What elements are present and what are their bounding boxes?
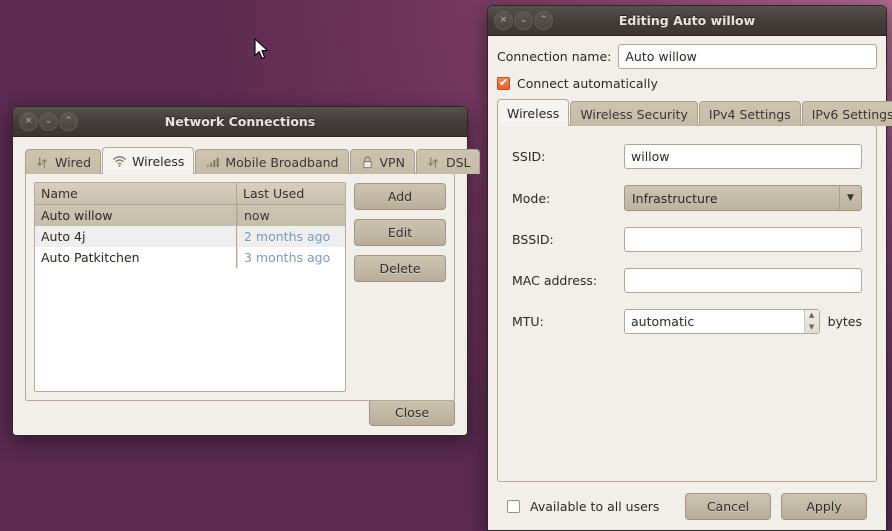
editing-dialog-body: Connection name: Connect automatically W… bbox=[488, 36, 892, 530]
chevron-down-icon: ▼ bbox=[839, 186, 861, 210]
mac-address-input[interactable] bbox=[624, 268, 862, 293]
tab-mobile-broadband-label: Mobile Broadband bbox=[225, 154, 339, 170]
window-controls: × ⌄ ⌃ bbox=[494, 11, 553, 30]
edit-button[interactable]: Edit bbox=[354, 219, 446, 246]
editing-connection-dialog: × ⌄ ⌃ Editing Auto willow Connection nam… bbox=[487, 5, 892, 531]
tab-dsl[interactable]: DSL bbox=[415, 149, 481, 174]
available-to-all-users-checkbox[interactable] bbox=[507, 499, 520, 513]
tab-wired-label: Wired bbox=[55, 154, 92, 170]
close-window-icon[interactable]: × bbox=[19, 112, 38, 131]
connect-automatically-checkbox[interactable] bbox=[497, 76, 510, 90]
settings-tabs: Wireless Wireless Security IPv4 Settings… bbox=[497, 99, 892, 126]
wireless-settings-form: SSID: Mode: Infrastructure ▼ BSSID: MAC … bbox=[512, 144, 862, 334]
vpn-lock-icon bbox=[360, 155, 375, 170]
add-button[interactable]: Add bbox=[354, 183, 446, 210]
tab-wireless-label: Wireless bbox=[132, 153, 185, 169]
mac-address-label: MAC address: bbox=[512, 273, 598, 288]
available-to-all-users-label: Available to all users bbox=[530, 498, 660, 514]
tab-ipv6-settings[interactable]: IPv6 Settings bbox=[801, 101, 892, 126]
editing-dialog-titlebar[interactable]: × ⌄ ⌃ Editing Auto willow bbox=[488, 6, 886, 36]
ssid-input[interactable] bbox=[624, 144, 862, 169]
column-header-name[interactable]: Name bbox=[35, 183, 237, 204]
connection-name-row: Connection name: bbox=[497, 44, 877, 69]
wired-icon bbox=[35, 155, 50, 170]
tab-ipv6-settings-label: IPv6 Settings bbox=[811, 106, 892, 122]
spin-up-icon[interactable]: ▲ bbox=[805, 310, 819, 322]
maximize-window-icon[interactable]: ⌃ bbox=[534, 11, 553, 30]
connection-type-tabs: Wired Wireless Mobile Broadband VPN DSL bbox=[25, 147, 481, 174]
mode-dropdown[interactable]: Infrastructure ▼ bbox=[624, 185, 862, 211]
row-name: Auto 4j bbox=[35, 226, 237, 247]
connect-automatically-label: Connect automatically bbox=[517, 76, 658, 91]
mouse-cursor bbox=[254, 38, 270, 62]
dsl-icon bbox=[426, 155, 441, 170]
tab-ipv4-settings[interactable]: IPv4 Settings bbox=[698, 101, 801, 126]
cancel-button[interactable]: Cancel bbox=[685, 492, 771, 520]
row-last-used: 3 months ago bbox=[237, 247, 345, 268]
table-row[interactable]: Auto Patkitchen 3 months ago bbox=[35, 247, 345, 268]
maximize-window-icon[interactable]: ⌃ bbox=[59, 112, 78, 131]
table-row[interactable]: Auto 4j 2 months ago bbox=[35, 226, 345, 247]
wireless-settings-panel: SSID: Mode: Infrastructure ▼ BSSID: MAC … bbox=[497, 125, 877, 482]
close-window-icon[interactable]: × bbox=[494, 11, 513, 30]
row-name: Auto Patkitchen bbox=[35, 247, 237, 268]
network-connections-window: × ⌄ ⌃ Network Connections Wired Wireless… bbox=[12, 106, 481, 436]
connections-list[interactable]: Name Last Used Auto willow now Auto 4j 2… bbox=[34, 182, 346, 392]
network-connections-footer: Close bbox=[369, 399, 455, 426]
mtu-row: ▲ ▼ bytes bbox=[624, 309, 862, 334]
wireless-icon bbox=[112, 154, 127, 169]
connections-list-header: Name Last Used bbox=[35, 183, 345, 205]
connection-name-input[interactable] bbox=[618, 44, 877, 69]
bssid-input[interactable] bbox=[624, 227, 862, 252]
network-connections-body: Wired Wireless Mobile Broadband VPN DSL … bbox=[13, 137, 481, 435]
network-connections-titlebar[interactable]: × ⌄ ⌃ Network Connections bbox=[13, 107, 467, 137]
mode-label: Mode: bbox=[512, 190, 551, 206]
apply-button[interactable]: Apply bbox=[781, 492, 867, 520]
mtu-label: MTU: bbox=[512, 314, 544, 329]
mtu-unit-label: bytes bbox=[827, 314, 862, 329]
delete-button[interactable]: Delete bbox=[354, 255, 446, 282]
table-row[interactable]: Auto willow now bbox=[35, 205, 345, 226]
minimize-window-icon[interactable]: ⌄ bbox=[39, 112, 58, 131]
tab-vpn-label: VPN bbox=[379, 154, 405, 170]
mtu-spin-buttons: ▲ ▼ bbox=[803, 310, 819, 334]
tab-mobile-broadband[interactable]: Mobile Broadband bbox=[195, 149, 349, 174]
tab-dsl-label: DSL bbox=[445, 154, 471, 170]
tab-wireless[interactable]: Wireless bbox=[102, 147, 195, 174]
connection-name-label: Connection name: bbox=[497, 49, 612, 64]
row-last-used: now bbox=[237, 205, 345, 226]
tab-wireless-settings[interactable]: Wireless bbox=[497, 99, 570, 126]
bssid-label: BSSID: bbox=[512, 232, 554, 247]
tab-wired[interactable]: Wired bbox=[25, 149, 102, 174]
tab-wireless-settings-label: Wireless bbox=[507, 105, 560, 121]
row-last-used: 2 months ago bbox=[237, 226, 345, 247]
editing-dialog-footer: Available to all users Cancel Apply bbox=[497, 482, 877, 530]
column-header-last-used[interactable]: Last Used bbox=[237, 183, 345, 204]
list-action-buttons: Add Edit Delete bbox=[354, 182, 446, 392]
tab-vpn[interactable]: VPN bbox=[349, 149, 415, 174]
wireless-tab-panel: Name Last Used Auto willow now Auto 4j 2… bbox=[25, 173, 455, 401]
mode-selected-value: Infrastructure bbox=[632, 190, 718, 206]
tab-ipv4-settings-label: IPv4 Settings bbox=[708, 106, 791, 122]
mtu-input[interactable] bbox=[625, 310, 804, 333]
window-controls: × ⌄ ⌃ bbox=[19, 112, 78, 131]
mobile-broadband-icon bbox=[205, 155, 220, 170]
mtu-stepper[interactable]: ▲ ▼ bbox=[624, 309, 820, 334]
tab-wireless-security[interactable]: Wireless Security bbox=[570, 101, 698, 126]
ssid-label: SSID: bbox=[512, 149, 546, 164]
minimize-window-icon[interactable]: ⌄ bbox=[514, 11, 533, 30]
spin-down-icon[interactable]: ▼ bbox=[805, 322, 819, 334]
tab-wireless-security-label: Wireless Security bbox=[580, 106, 688, 122]
row-name: Auto willow bbox=[35, 205, 237, 226]
close-button[interactable]: Close bbox=[369, 399, 455, 426]
network-connections-title: Network Connections bbox=[164, 114, 316, 129]
connect-automatically-row: Connect automatically bbox=[497, 76, 877, 91]
